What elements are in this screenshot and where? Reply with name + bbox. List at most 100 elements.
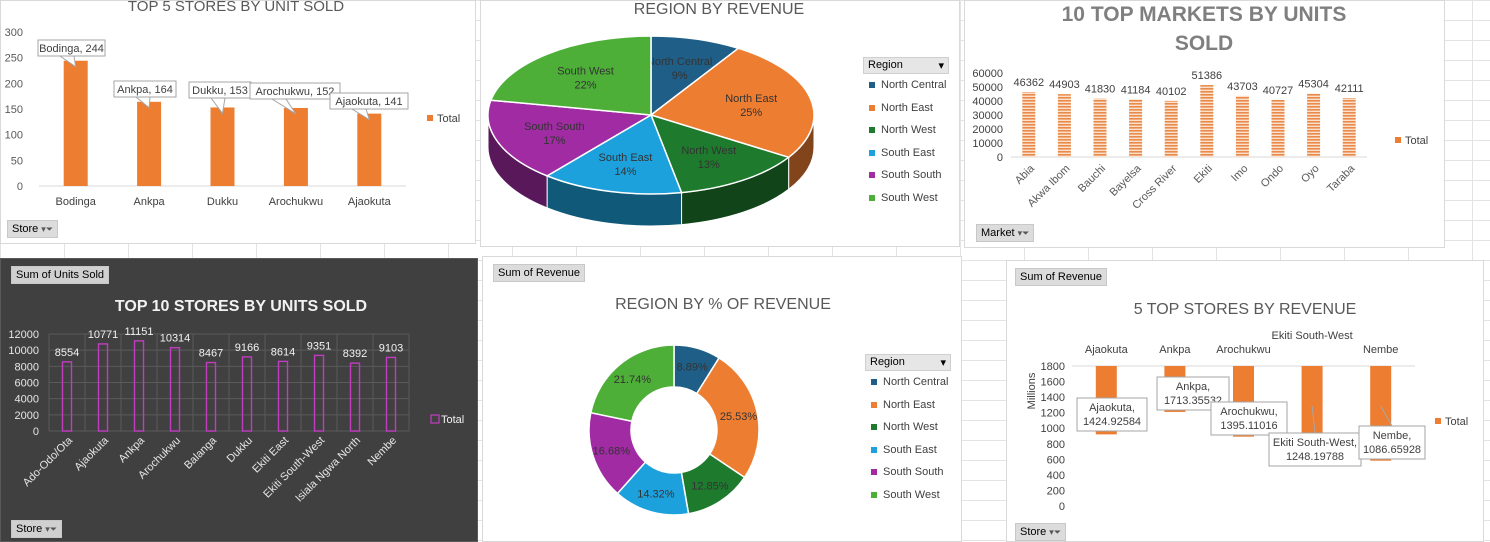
y-tick-label: 6000 [15,378,39,390]
pie-slice-pct: 17% [543,135,565,147]
bar [1342,98,1356,157]
legend-swatch [869,127,875,134]
region-filter-dropdown[interactable]: Region ▾ [865,354,951,371]
x-tick-label: Nembe [1363,344,1398,356]
region-legend: Region ▾ North Central North East North Wes… [865,354,951,506]
legend-label: North Central [881,79,947,92]
legend-label: Total [1445,416,1468,428]
region-filter-label: Region [868,59,903,71]
legend-swatch [871,446,877,453]
legend-swatch [869,82,875,89]
x-tick-label: Dukku [207,196,238,208]
filter-icon: ▾⏷ [1017,228,1030,238]
data-label: Ankpa, [1176,381,1210,393]
x-tick-label: Ajaokuta [72,434,111,473]
pie-slice-name: North East [725,93,777,105]
data-label: 40727 [1263,85,1294,97]
data-label: 9351 [307,340,331,352]
y-tick-label: 4000 [15,394,39,406]
y-tick-label: 300 [5,27,23,39]
sum-revenue-button[interactable]: Sum of Revenue [493,264,585,282]
legend-label: Total [441,414,464,426]
bar [385,356,397,432]
x-tick-label: Oyo [1299,163,1322,186]
data-label: 1424.92584 [1083,416,1141,428]
legend-label: North East [883,398,935,411]
data-label: Dukku, 153 [192,85,248,97]
bar [1022,92,1036,157]
sum-units-sold-button[interactable]: Sum of Units Sold [11,266,110,284]
pie-slice-pct: 22% [575,80,597,92]
data-label: 9103 [379,342,403,354]
data-label: 41184 [1121,84,1151,96]
store-filter-label: Store [1020,526,1047,538]
bar [97,343,109,432]
legend-swatch [871,469,877,476]
store-filter-button[interactable]: Store ▾⏷ [1015,523,1067,541]
store-filter-button[interactable]: Store ▾⏷ [11,520,63,538]
bar [1057,94,1071,157]
y-tick-label: 1400 [1041,392,1065,404]
pie-slice-name: South South [524,121,585,133]
bar [1093,98,1107,157]
bar [133,340,145,432]
data-label: 8614 [271,346,295,358]
bar [205,361,217,432]
legend-swatch [869,172,875,179]
x-tick-label: Arochukwu [269,196,323,208]
top10-stores-units-chart: TOP 10 STORES BY UNITS SOLD 0 2000 4000 6000… [8,298,464,505]
x-tick-label: Ado-Odo/Ota [21,434,76,489]
x-tick-label: Ondo [1259,163,1287,191]
data-label: Ajaokuta, 141 [335,96,402,108]
bar [1271,99,1285,157]
y-tick-label: 1200 [1041,408,1065,420]
y-tick-label: 12000 [8,329,39,341]
legend-label: South East [883,443,937,456]
pie-slice-pct: 25% [740,107,762,119]
data-label: 1086.65928 [1363,444,1421,456]
data-label: 44903 [1049,79,1080,91]
data-label: Arochukwu, 152 [256,86,335,98]
bar [277,360,289,432]
chart-title: REGION BY REVENUE [634,1,804,18]
market-filter-label: Market [981,227,1015,239]
data-label: 1395.11016 [1220,420,1277,432]
x-tick-label: Ankpa [133,196,165,208]
bar [137,101,162,186]
y-tick-label: 600 [1047,454,1065,466]
x-tick-label: Ankpa [1159,344,1191,356]
x-tick-label: Ajaokuta [1085,344,1129,356]
top5-stores-revenue-panel: 5 TOP STORES BY REVENUE Millions 0 200 400 60… [1006,260,1484,542]
top5-stores-revenue-chart: 5 TOP STORES BY REVENUE Millions 0 200 400 60… [1026,301,1468,513]
legend-label: Total [1405,135,1428,147]
data-label: 41830 [1085,83,1116,95]
y-tick-label: 50 [11,155,23,167]
region-filter-dropdown[interactable]: Region ▾ [863,57,949,74]
legend-swatch [871,401,877,408]
donut-slice-pct: 16.68% [593,446,631,458]
chart-title: TOP 10 STORES BY UNITS SOLD [115,298,367,315]
legend-item: North Central [863,74,949,97]
store-filter-button[interactable]: Store ▾⏷ [7,220,59,238]
data-label: 8554 [55,347,79,359]
data-label: Bodinga, 244 [39,43,104,55]
y-tick-label: 1000 [1041,423,1065,435]
bar [210,107,235,186]
store-filter-label: Store [12,223,39,235]
legend-label: South South [881,169,942,182]
data-label: Ekiti South-West, [1273,437,1357,449]
y-tick-label: 150 [5,104,23,116]
data-label: Nembe, [1373,430,1412,442]
data-label: Ajaokuta, [1089,402,1135,414]
legend-item: North West [863,119,949,142]
y-tick-label: 30000 [972,110,1003,122]
y-tick-label: 40000 [972,96,1003,108]
x-tick-label: Nembe [366,435,400,469]
chevron-down-icon: ▾ [940,357,946,369]
sum-revenue-button[interactable]: Sum of Revenue [1015,268,1107,286]
legend-label: South West [883,488,940,501]
legend-item: South South [865,461,951,484]
market-filter-button[interactable]: Market ▾⏷ [976,224,1035,242]
legend-label: North Central [883,376,949,389]
bar [169,346,181,432]
